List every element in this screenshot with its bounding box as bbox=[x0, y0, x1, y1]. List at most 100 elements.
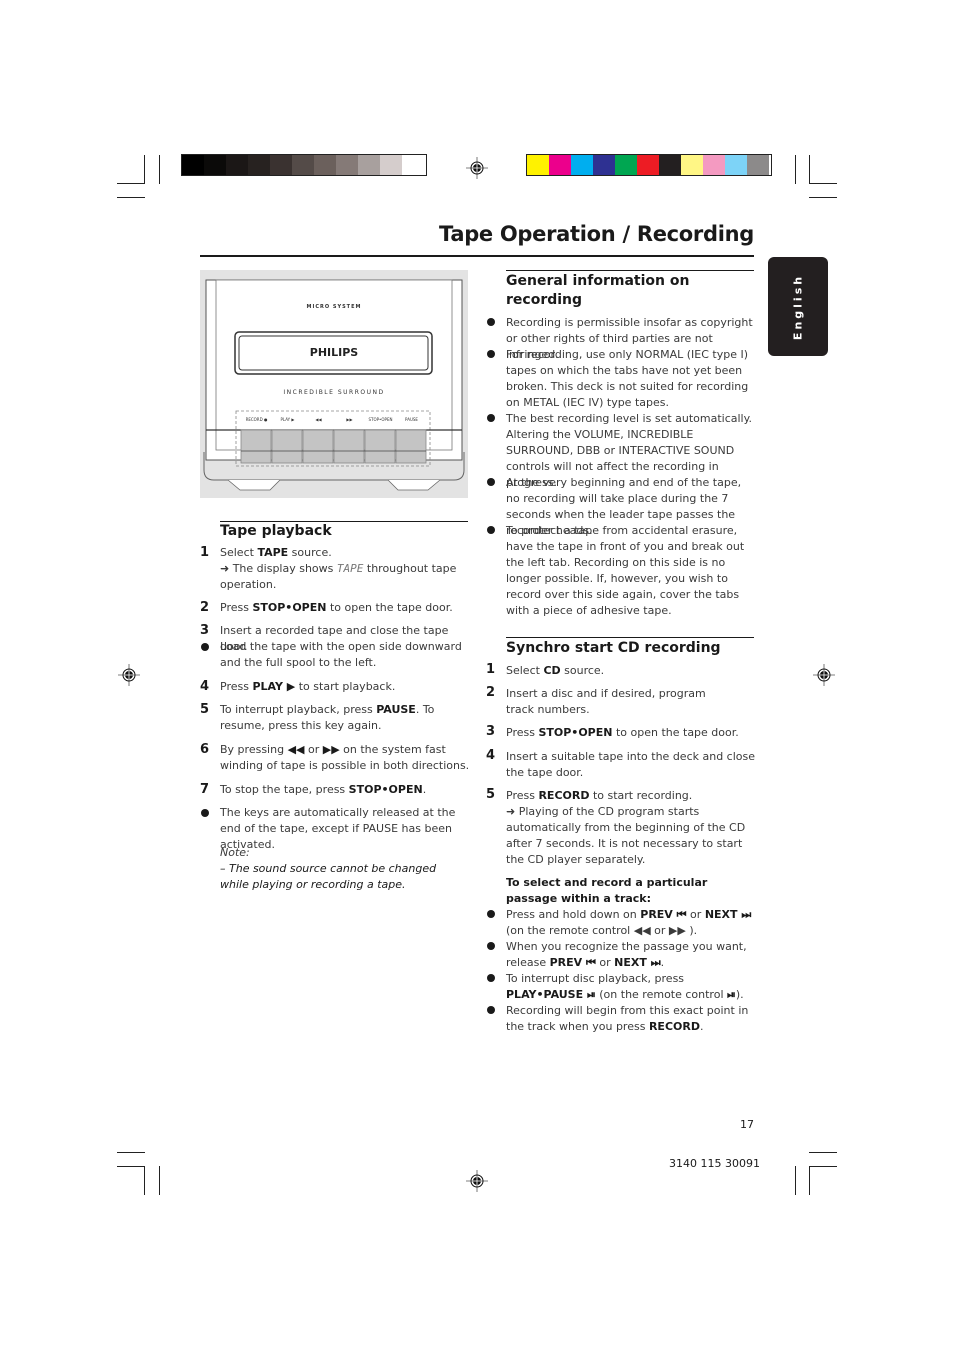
color-swatch bbox=[703, 155, 725, 175]
subheading-select-passage: To select and record a particular passag… bbox=[506, 876, 708, 905]
bullet-text: To interrupt disc playback, press PLAY•P… bbox=[506, 972, 744, 1001]
section-heading-general-info: General information on recording bbox=[506, 273, 690, 308]
color-swatch bbox=[182, 155, 204, 175]
deck-button-label: RECORD ● bbox=[245, 417, 268, 422]
color-swatch bbox=[270, 155, 292, 175]
crop-mark bbox=[795, 155, 796, 184]
philips-logo: PHILIPS bbox=[309, 346, 359, 359]
color-calibration-bar bbox=[526, 154, 772, 176]
color-swatch bbox=[725, 155, 747, 175]
color-swatch bbox=[402, 155, 424, 175]
crop-mark bbox=[117, 1166, 145, 1167]
crop-mark bbox=[809, 1166, 837, 1167]
color-swatch bbox=[549, 155, 571, 175]
step-text: Select TAPE source. ➜ The display shows T… bbox=[220, 546, 457, 591]
crop-mark bbox=[809, 183, 837, 184]
bullet-icon bbox=[487, 942, 495, 950]
step-text: Press STOP•OPEN to open the tape door. bbox=[220, 601, 453, 614]
step-number: 7 bbox=[200, 782, 210, 797]
color-swatch bbox=[336, 155, 358, 175]
crop-mark bbox=[159, 1166, 160, 1195]
crop-mark bbox=[117, 1152, 145, 1153]
step-number: 4 bbox=[200, 679, 210, 694]
bullet-icon bbox=[487, 350, 495, 358]
step-number: 4 bbox=[486, 748, 496, 763]
section-rule bbox=[506, 270, 754, 271]
deck-button-label: STOP•OPEN bbox=[368, 417, 393, 422]
section-heading-tape-playback: Tape playback bbox=[220, 523, 332, 539]
language-tab: English bbox=[768, 257, 828, 356]
color-swatch bbox=[747, 155, 769, 175]
deck-button-label: ◀◀ bbox=[315, 417, 322, 422]
crop-mark bbox=[159, 155, 160, 184]
color-swatch bbox=[527, 155, 549, 175]
step-number: 6 bbox=[200, 742, 210, 757]
section-heading-synchro: Synchro start CD recording bbox=[506, 640, 721, 656]
step-number: 1 bbox=[486, 662, 496, 677]
bullet-text: For recording, use only NORMAL (IEC type… bbox=[506, 348, 749, 409]
bullet-text: The keys are automatically released at t… bbox=[220, 806, 456, 851]
color-swatch bbox=[593, 155, 615, 175]
step-text: Press RECORD to start recording. ➜ Playin… bbox=[506, 789, 746, 866]
step-text: Press PLAY ▶ to start playback. bbox=[220, 680, 396, 693]
note-text: – The sound source cannot be changed whi… bbox=[220, 862, 437, 891]
registration-mark-icon bbox=[466, 157, 488, 179]
step-text: To stop the tape, press STOP•OPEN. bbox=[220, 783, 427, 796]
bullet-text: To protect a tape from accidental erasur… bbox=[506, 524, 745, 617]
bullet-text: Press and hold down on PREV ⏮ or NEXT ⏭ … bbox=[506, 908, 752, 937]
deck-button-label: ▶▶ bbox=[346, 417, 353, 422]
step-text: Insert a suitable tape into the deck and… bbox=[506, 750, 756, 779]
step-text: Press STOP•OPEN to open the tape door. bbox=[506, 726, 739, 739]
step-number: 3 bbox=[486, 724, 496, 739]
bullet-icon bbox=[487, 478, 495, 486]
color-swatch bbox=[248, 155, 270, 175]
crop-mark bbox=[809, 1166, 810, 1195]
bullet-text: Recording will begin from this exact poi… bbox=[506, 1004, 749, 1033]
step-number: 3 bbox=[200, 623, 210, 638]
registration-mark-icon bbox=[813, 664, 835, 686]
color-swatch bbox=[292, 155, 314, 175]
micro-system-label: MICRO SYSTEM bbox=[306, 304, 362, 310]
color-swatch bbox=[659, 155, 681, 175]
color-swatch bbox=[358, 155, 380, 175]
document-code: 3140 115 30091 bbox=[669, 1157, 760, 1170]
step-number: 2 bbox=[486, 685, 496, 700]
display-readout: TAPE bbox=[336, 562, 364, 575]
color-swatch bbox=[380, 155, 402, 175]
crop-mark bbox=[795, 1166, 796, 1195]
color-swatch bbox=[204, 155, 226, 175]
incredible-surround-label: INCREDIBLE SURROUND bbox=[283, 389, 385, 396]
color-swatch bbox=[226, 155, 248, 175]
deck-button-label: PAUSE bbox=[405, 417, 418, 422]
crop-mark bbox=[809, 1152, 837, 1153]
bullet-icon bbox=[487, 910, 495, 918]
bullet-text: When you recognize the passage you want,… bbox=[506, 940, 747, 969]
crop-mark bbox=[117, 197, 145, 198]
deck-button-label: PLAY ▶ bbox=[280, 417, 295, 422]
title-rule bbox=[200, 255, 754, 257]
step-text: To interrupt playback, press PAUSE. To r… bbox=[220, 703, 435, 732]
step-number: 2 bbox=[200, 600, 210, 615]
registration-mark-icon bbox=[118, 664, 140, 686]
bullet-icon bbox=[487, 414, 495, 422]
bullet-icon bbox=[487, 318, 495, 326]
step-number: 5 bbox=[486, 787, 496, 802]
cassette-deck-illustration: MICRO SYSTEM PHILIPS INCREDIBLE SURROUND… bbox=[200, 270, 468, 498]
step-text: Insert a disc and if desired, program tr… bbox=[506, 687, 706, 716]
grayscale-calibration-bar bbox=[181, 154, 427, 176]
language-label: English bbox=[791, 273, 805, 340]
crop-mark bbox=[144, 155, 145, 184]
crop-mark bbox=[117, 183, 145, 184]
crop-mark bbox=[809, 155, 810, 184]
color-swatch bbox=[314, 155, 336, 175]
crop-mark bbox=[144, 1166, 145, 1195]
color-swatch bbox=[615, 155, 637, 175]
page-number: 17 bbox=[740, 1118, 754, 1131]
color-swatch bbox=[637, 155, 659, 175]
page-title: Tape Operation / Recording bbox=[439, 222, 754, 246]
bullet-icon bbox=[201, 809, 209, 817]
bullet-icon bbox=[487, 974, 495, 982]
color-swatch bbox=[571, 155, 593, 175]
note-label: Note: bbox=[220, 846, 250, 859]
crop-mark bbox=[809, 197, 837, 198]
